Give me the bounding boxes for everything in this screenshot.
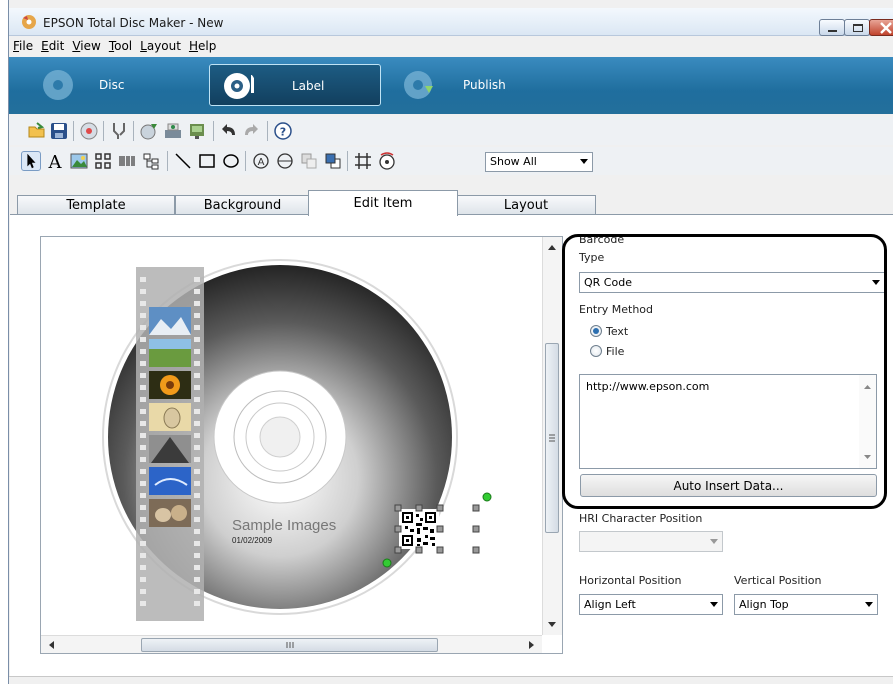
mode-label-button[interactable]: Label (209, 64, 381, 106)
ellipse-tool-icon[interactable] (221, 151, 241, 171)
send-backward-icon[interactable] (323, 151, 343, 171)
bring-forward-icon[interactable] (299, 151, 319, 171)
qr-code-tool-icon[interactable] (93, 151, 113, 171)
chevron-down-icon (865, 602, 873, 607)
main-toolbar: ? (9, 117, 893, 145)
scanner-icon[interactable] (163, 121, 183, 141)
vertical-position-label: Vertical Position (734, 574, 822, 587)
horizontal-position-dropdown[interactable]: Align Left (579, 594, 723, 615)
callout-highlight-box (562, 234, 887, 509)
svg-text:A: A (258, 157, 265, 168)
crop-grid-icon[interactable] (353, 151, 373, 171)
print-disc-icon[interactable] (79, 121, 99, 141)
toolbar-separator (245, 151, 246, 171)
menu-layout[interactable]: Layout (136, 37, 185, 53)
canvas-vertical-scrollbar[interactable] (542, 237, 562, 635)
horizontal-scroll-thumb[interactable] (141, 638, 438, 652)
toolbar-separator (167, 151, 168, 171)
undo-icon[interactable] (219, 121, 239, 141)
menu-edit[interactable]: Edit (37, 37, 68, 53)
vertical-scroll-thumb[interactable] (545, 343, 559, 533)
rotation-handle (482, 492, 492, 502)
publish-mode-icon (404, 71, 433, 99)
close-icon (880, 22, 892, 34)
status-bar (9, 676, 893, 684)
tab-edit-item[interactable]: Edit Item (308, 190, 458, 216)
disc-date-text: 01/02/2009 (232, 536, 273, 545)
svg-text:A: A (48, 152, 63, 171)
barcode-tool-icon[interactable] (117, 151, 137, 171)
save-icon[interactable] (49, 121, 69, 141)
mode-publish-button[interactable]: Publish (397, 64, 557, 106)
hri-position-label: HRI Character Position (579, 512, 703, 525)
rectangle-tool-icon[interactable] (197, 151, 217, 171)
text-tool-icon[interactable]: A (45, 151, 65, 171)
disc-preview: Sample Images 01/02/2009 (102, 259, 492, 621)
disc-mode-icon (43, 70, 73, 100)
show-all-dropdown[interactable]: Show All (485, 152, 593, 172)
label-canvas[interactable]: Sample Images 01/02/2009 (40, 236, 563, 654)
canvas-horizontal-scrollbar[interactable] (41, 635, 542, 654)
drawing-toolbar: A A Show All (9, 147, 893, 175)
svg-text:?: ? (280, 126, 286, 139)
circular-text-icon[interactable] (275, 151, 295, 171)
film-photo-sky (149, 467, 191, 495)
select-pointer-icon[interactable] (21, 151, 41, 171)
menu-view[interactable]: View (68, 37, 104, 53)
window-title: EPSON Total Disc Maker - New (43, 16, 224, 30)
line-tool-icon[interactable] (173, 151, 193, 171)
help-icon[interactable]: ? (273, 121, 293, 141)
image-tool-icon[interactable] (69, 151, 89, 171)
rotation-handle (382, 558, 392, 568)
settings-tool-icon[interactable] (109, 121, 129, 141)
minimize-icon (828, 30, 837, 32)
menu-tool[interactable]: Tool (105, 37, 136, 53)
menu-file[interactable]: File (9, 37, 37, 53)
close-button[interactable] (869, 19, 893, 36)
tab-template[interactable]: Template (17, 195, 175, 215)
toolbar-separator (267, 121, 268, 141)
rotate-disc-icon[interactable] (377, 151, 397, 171)
toolbar-separator (213, 121, 214, 141)
tab-layout[interactable]: Layout (456, 195, 596, 215)
mode-disc-button[interactable]: Disc (37, 64, 197, 106)
maximize-button[interactable] (844, 19, 870, 36)
import-icon[interactable] (139, 121, 159, 141)
chevron-down-icon (710, 602, 718, 607)
vertical-position-dropdown[interactable]: Align Top (734, 594, 878, 615)
tab-background[interactable]: Background (175, 195, 310, 215)
scroll-down-icon[interactable] (543, 615, 561, 633)
scroll-up-icon[interactable] (543, 239, 561, 257)
horizontal-position-label: Horizontal Position (579, 574, 682, 587)
mode-bar: Disc Label Publish (9, 57, 893, 114)
title-bar: EPSON Total Disc Maker - New (9, 8, 893, 36)
label-mode-icon (224, 69, 255, 99)
chevron-down-icon (710, 539, 718, 544)
capture-icon[interactable] (187, 121, 207, 141)
minimize-button[interactable] (819, 19, 845, 36)
app-window: EPSON Total Disc Maker - New File Edit Vie… (8, 0, 893, 684)
maximize-icon (853, 24, 863, 32)
toolbar-separator (133, 121, 134, 141)
arc-text-icon[interactable]: A (251, 151, 271, 171)
layout-tree-icon[interactable] (141, 151, 161, 171)
scroll-left-icon[interactable] (43, 636, 61, 654)
scroll-right-icon[interactable] (522, 636, 540, 654)
qr-code-object[interactable] (399, 509, 439, 549)
grip-icon (286, 642, 294, 648)
hri-position-dropdown (579, 531, 723, 552)
disc-title-text: Sample Images (232, 517, 336, 534)
tab-strip: Template Background Edit Item Layout (9, 190, 893, 216)
redo-icon[interactable] (241, 121, 261, 141)
grip-icon (549, 434, 555, 442)
disc-maker-app-icon (22, 15, 36, 29)
chevron-down-icon (580, 159, 588, 164)
toolbar-separator (347, 151, 348, 171)
menu-help[interactable]: Help (185, 37, 220, 53)
menu-bar: File Edit View Tool Layout Help (9, 37, 893, 57)
toolbar-separator (73, 121, 74, 141)
toolbar-separator (103, 121, 104, 141)
open-folder-icon[interactable] (27, 121, 47, 141)
